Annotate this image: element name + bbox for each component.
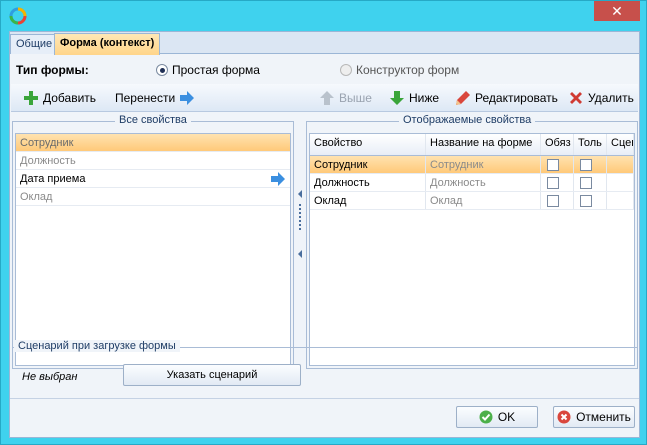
cell-scenario[interactable] [607, 156, 634, 173]
collapse-right-icon[interactable] [297, 250, 303, 258]
arrow-right-icon [180, 91, 195, 105]
cell-required [541, 192, 574, 209]
table-row[interactable]: Оклад Оклад [310, 192, 634, 210]
dialog-body: Общие Форма (контекст) Тип формы: Проста… [9, 31, 640, 438]
down-button-label: Ниже [409, 91, 440, 105]
grid-header: Свойство Название на форме Обяз Толь Сце… [310, 134, 634, 156]
column-header-scenario[interactable]: Сцен [607, 134, 634, 155]
required-checkbox[interactable] [547, 177, 559, 189]
ok-button-label: OK [497, 410, 516, 424]
move-button-label: Перенести [115, 91, 176, 105]
pencil-icon [456, 91, 470, 105]
tab-general[interactable]: Общие [10, 34, 59, 54]
cell-readonly [574, 192, 607, 209]
tab-strip: Общие Форма (контекст) [10, 32, 639, 55]
cancel-button[interactable]: Отменить [553, 406, 635, 428]
list-item[interactable]: Оклад [16, 188, 290, 206]
cell-form-name[interactable]: Сотрудник [426, 156, 541, 173]
move-button[interactable]: Перенести [115, 89, 195, 107]
all-properties-title: Все свойства [115, 114, 191, 126]
radio-selected-icon [156, 64, 168, 76]
list-item-label: Дата приема [20, 173, 86, 185]
title-bar[interactable]: ✕ [1, 1, 646, 31]
close-icon: ✕ [611, 3, 623, 19]
plus-icon [24, 91, 38, 105]
cell-property: Сотрудник [310, 156, 426, 173]
table-row[interactable]: Должность Должность [310, 174, 634, 192]
add-button-label: Добавить [43, 91, 97, 105]
cancel-circle-icon [557, 410, 571, 424]
column-header-property[interactable]: Свойство [310, 134, 426, 155]
form-type-label: Тип формы: [16, 63, 89, 77]
list-item-label: Должность [20, 155, 76, 167]
collapse-left-icon[interactable] [297, 190, 303, 198]
splitter-grip-icon [299, 204, 301, 230]
cell-required [541, 156, 574, 173]
up-button[interactable]: Выше [319, 89, 372, 107]
load-scenario-group: Сценарий при загрузке формы [12, 340, 638, 387]
cell-required [541, 174, 574, 191]
load-scenario-title: Сценарий при загрузке формы [14, 340, 180, 352]
edit-button[interactable]: Редактировать [455, 89, 558, 107]
required-checkbox[interactable] [547, 159, 559, 171]
readonly-checkbox[interactable] [580, 177, 592, 189]
all-properties-group: Все свойства Сотрудник Должность Дата пр… [12, 114, 294, 369]
column-header-readonly[interactable]: Толь [574, 134, 607, 155]
cancel-button-label: Отменить [576, 410, 631, 424]
toolbar: Добавить Перенести Выше Ниже Редактирова… [11, 84, 638, 112]
delete-button[interactable]: Удалить [568, 89, 634, 107]
cell-scenario[interactable] [607, 174, 634, 191]
down-button[interactable]: Ниже [389, 89, 439, 107]
arrow-up-icon [320, 91, 334, 105]
list-item-label: Оклад [20, 191, 53, 203]
cell-form-name[interactable]: Должность [426, 174, 541, 191]
cell-form-name[interactable]: Оклад [426, 192, 541, 209]
radio-form-constructor[interactable]: Конструктор форм [340, 63, 459, 77]
delete-button-label: Удалить [588, 91, 634, 105]
choose-scenario-label: Указать сценарий [166, 369, 258, 381]
up-button-label: Выше [339, 91, 372, 105]
displayed-properties-group: Отображаемые свойства Свойство Название … [306, 114, 638, 369]
readonly-checkbox[interactable] [580, 159, 592, 171]
list-item[interactable]: Сотрудник [16, 134, 290, 152]
column-header-form-name[interactable]: Название на форме [426, 134, 541, 155]
check-circle-icon [479, 410, 493, 424]
radio-unselected-icon [340, 64, 352, 76]
close-button[interactable]: ✕ [594, 1, 640, 21]
radio-simple-form-label: Простая форма [172, 63, 260, 77]
table-row[interactable]: Сотрудник Сотрудник [310, 156, 634, 174]
radio-form-constructor-label: Конструктор форм [356, 63, 460, 77]
required-checkbox[interactable] [547, 195, 559, 207]
column-header-required[interactable]: Обяз [541, 134, 574, 155]
choose-scenario-button[interactable]: Указать сценарий [123, 364, 301, 386]
panel-splitter[interactable] [296, 120, 304, 366]
cell-readonly [574, 156, 607, 173]
displayed-properties-title: Отображаемые свойства [399, 114, 536, 126]
list-item[interactable]: Дата приема [16, 170, 290, 188]
list-item[interactable]: Должность [16, 152, 290, 170]
ok-button[interactable]: OK [456, 406, 538, 428]
displayed-properties-grid[interactable]: Свойство Название на форме Обяз Толь Сце… [309, 133, 635, 366]
arrow-down-icon [390, 91, 404, 105]
cell-readonly [574, 174, 607, 191]
x-icon [570, 92, 582, 104]
cell-scenario[interactable] [607, 192, 634, 209]
list-item-label: Сотрудник [20, 137, 74, 149]
scenario-value: Не выбран [22, 371, 78, 383]
all-properties-list[interactable]: Сотрудник Должность Дата приема Оклад [15, 133, 291, 366]
tab-form-context[interactable]: Форма (контекст) [54, 33, 161, 55]
cell-property: Оклад [310, 192, 426, 209]
move-item-arrow-icon[interactable] [270, 171, 286, 187]
edit-button-label: Редактировать [475, 91, 558, 105]
radio-simple-form[interactable]: Простая форма [156, 63, 260, 77]
readonly-checkbox[interactable] [580, 195, 592, 207]
cell-property: Должность [310, 174, 426, 191]
add-button[interactable]: Добавить [23, 89, 96, 107]
app-logo-icon [9, 7, 27, 25]
dialog-window: ✕ Общие Форма (контекст) Тип формы: Прос… [0, 0, 647, 445]
footer-divider [10, 398, 639, 399]
